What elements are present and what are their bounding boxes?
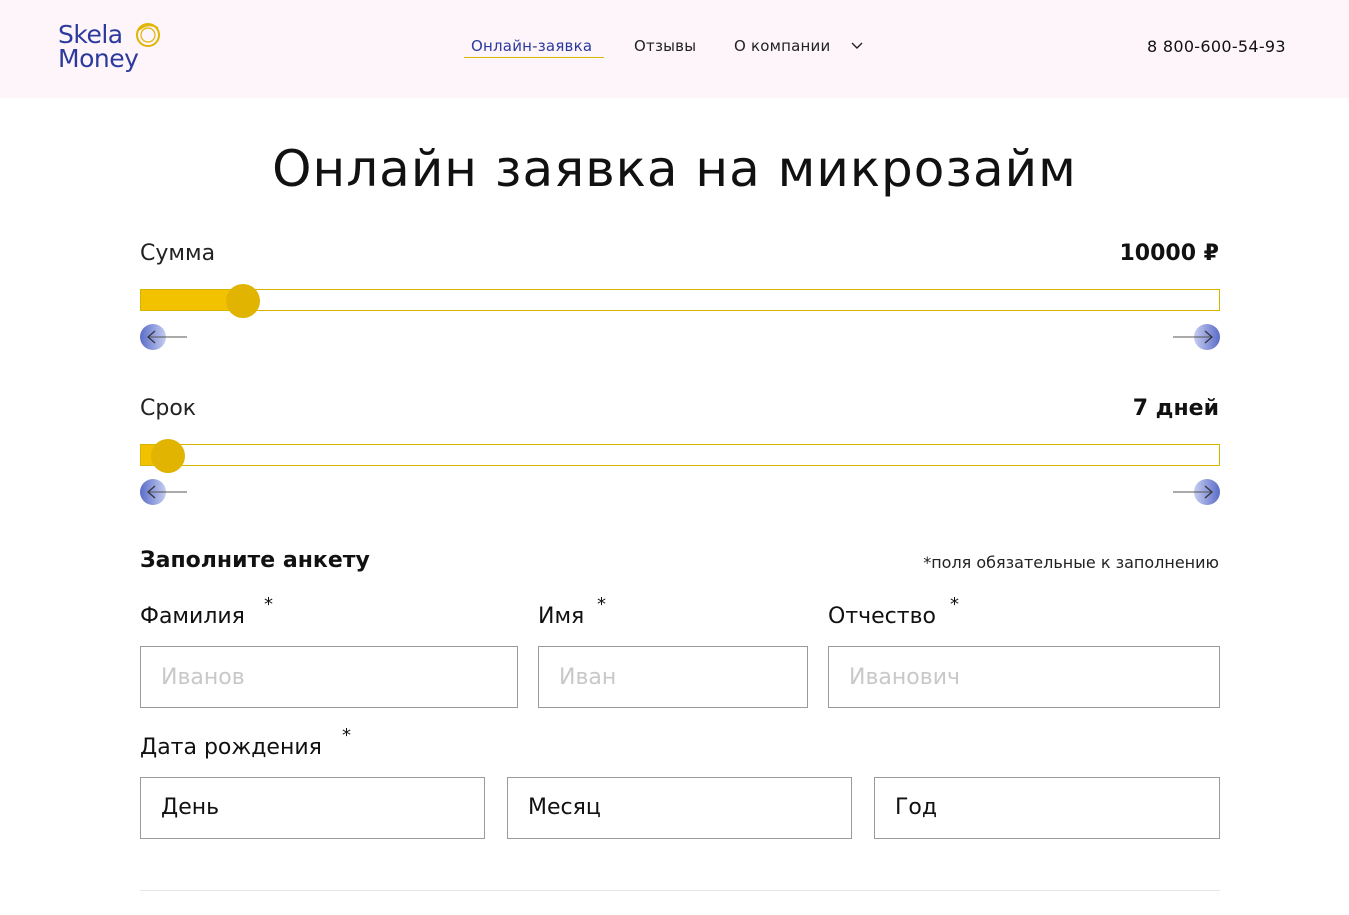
term-value: 7 дней <box>1132 396 1219 421</box>
chevron-down-icon[interactable] <box>850 40 864 52</box>
amount-label: Сумма <box>140 241 216 266</box>
nav-active-underline <box>464 57 604 58</box>
amount-slider-thumb[interactable] <box>226 284 260 318</box>
birth-date-label: Дата рождения <box>140 735 322 760</box>
term-decrease-arrow-icon[interactable] <box>140 478 188 506</box>
birth-year-select[interactable]: Год <box>874 777 1220 839</box>
form-title: Заполните анкету <box>140 548 370 573</box>
term-slider-thumb[interactable] <box>151 439 185 473</box>
term-label: Срок <box>140 396 197 421</box>
first-name-input[interactable] <box>538 646 808 708</box>
nav-reviews[interactable]: Отзывы <box>634 37 696 61</box>
logo[interactable]: Skela Money <box>58 20 168 76</box>
amount-increase-arrow-icon[interactable] <box>1172 323 1220 351</box>
site-header: Skela Money Онлайн-заявка Отзывы О компа… <box>0 0 1349 98</box>
amount-decrease-arrow-icon[interactable] <box>140 323 188 351</box>
amount-value: 10000 ₽ <box>1119 241 1219 266</box>
required-asterisk: * <box>950 594 959 615</box>
birth-month-value: Месяц <box>528 795 601 820</box>
birth-day-value: День <box>161 795 220 820</box>
required-asterisk: * <box>264 594 273 615</box>
required-asterisk: * <box>342 725 351 746</box>
phone-number[interactable]: 8 800-600-54-93 <box>1147 37 1286 56</box>
term-increase-arrow-icon[interactable] <box>1172 478 1220 506</box>
birth-year-value: Год <box>895 795 938 820</box>
last-name-input[interactable] <box>140 646 518 708</box>
coin-icon <box>136 23 160 47</box>
last-name-label: Фамилия <box>140 604 245 629</box>
term-slider-track[interactable] <box>140 439 1220 473</box>
logo-text-line2: Money <box>58 44 139 73</box>
birth-month-select[interactable]: Месяц <box>507 777 852 839</box>
patronymic-label: Отчество <box>828 604 937 629</box>
first-name-label: Имя <box>538 604 585 629</box>
patronymic-input[interactable] <box>828 646 1220 708</box>
birth-day-select[interactable]: День <box>140 777 485 839</box>
required-fields-note: *поля обязательные к заполнению <box>923 553 1219 572</box>
page-title: Онлайн заявка на микрозайм <box>272 140 1077 198</box>
amount-slider-track[interactable] <box>140 284 1220 318</box>
section-divider <box>140 890 1220 891</box>
required-asterisk: * <box>597 594 606 615</box>
nav-about-company[interactable]: О компании <box>734 37 830 61</box>
